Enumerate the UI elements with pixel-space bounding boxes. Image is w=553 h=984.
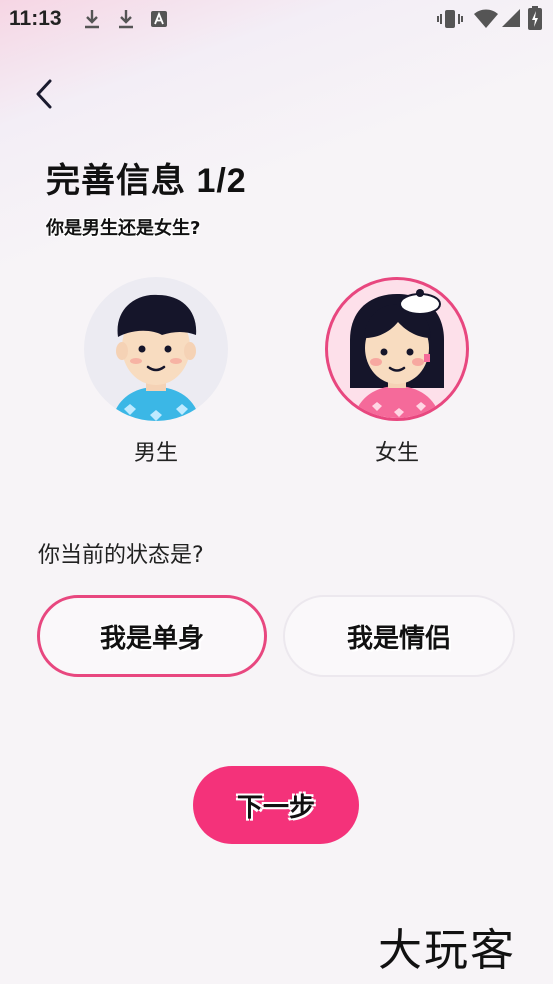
female-avatar[interactable] — [325, 277, 469, 421]
text-app-icon — [151, 11, 167, 27]
male-avatar[interactable] — [84, 277, 228, 421]
gender-label-female: 女生 — [374, 441, 419, 466]
gender-option-male[interactable]: 男生 — [84, 277, 228, 467]
status-time: 11:13 — [9, 7, 62, 30]
next-button[interactable]: 下一步 — [193, 766, 359, 844]
download-icon — [85, 10, 99, 29]
watermark: 大玩客 — [378, 925, 516, 976]
download-icon — [119, 10, 133, 29]
gender-question: 你是男生还是女生? — [46, 218, 201, 239]
relationship-question: 你当前的状态是? — [38, 543, 204, 568]
gender-label-male: 男生 — [133, 441, 178, 466]
battery-icon — [528, 6, 542, 30]
chevron-left-icon — [36, 79, 52, 109]
back-button[interactable] — [30, 76, 62, 112]
single-option-button[interactable]: 我是单身 — [37, 595, 267, 677]
gender-option-female[interactable]: 女生 — [325, 277, 469, 467]
wifi-icon — [474, 9, 498, 28]
couple-option-button[interactable]: 我是情侣 — [283, 595, 515, 677]
vibrate-icon — [437, 10, 463, 28]
signal-icon — [502, 9, 520, 27]
status-bar: 11:13 — [0, 0, 553, 38]
page-title: 完善信息 1/2 — [46, 162, 247, 200]
